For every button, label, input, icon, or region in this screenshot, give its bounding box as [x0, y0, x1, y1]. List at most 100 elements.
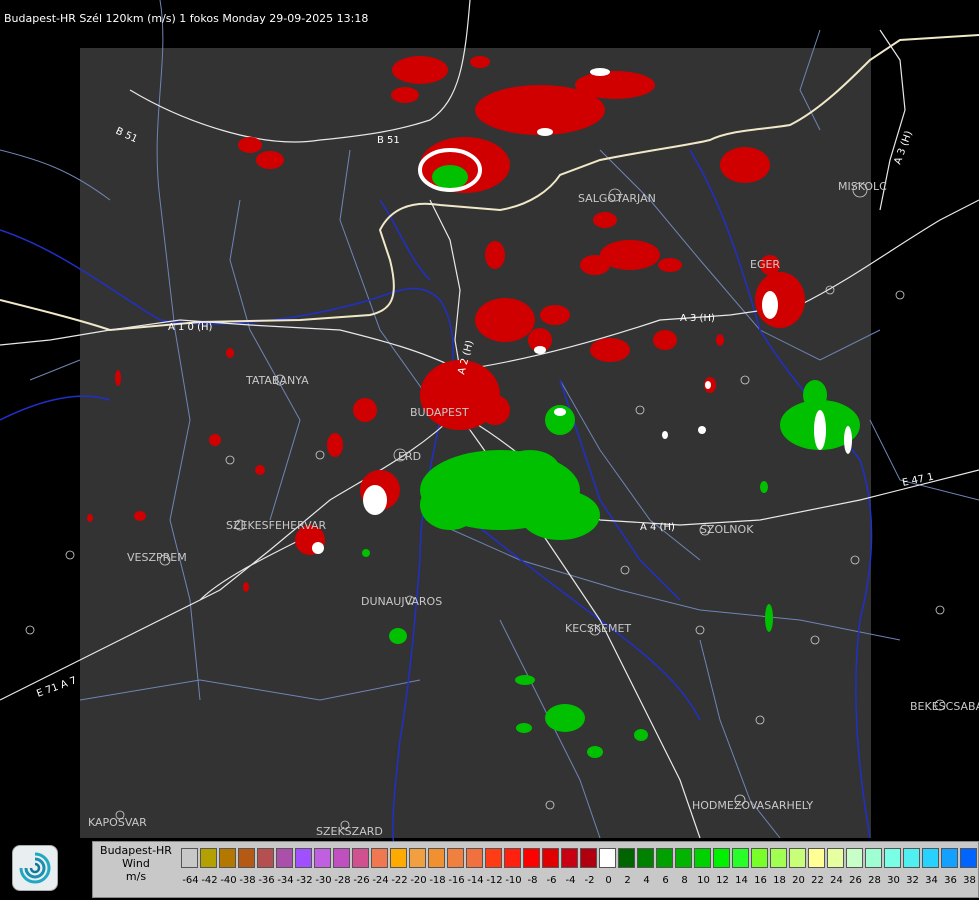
legend-swatch	[352, 848, 369, 868]
legend-tick-label: 32	[906, 875, 919, 886]
legend-swatch	[485, 848, 502, 868]
legend-tick-label: -12	[486, 875, 503, 886]
city-label: EGER	[750, 258, 780, 271]
legend-tick-label: -32	[296, 875, 313, 886]
legend-swatch	[675, 848, 692, 868]
legend-tick-label: -18	[429, 875, 446, 886]
legend-tick-label: 12	[716, 875, 729, 886]
legend-swatch	[827, 848, 844, 868]
legend-tick-label: -14	[467, 875, 484, 886]
legend-swatch	[238, 848, 255, 868]
legend-swatch	[447, 848, 464, 868]
legend-swatch	[295, 848, 312, 868]
city-label: ERD	[398, 450, 421, 463]
city-label: SZEKSZARD	[316, 825, 383, 838]
legend-tick-label: -42	[201, 875, 218, 886]
road-label: B 51	[377, 135, 400, 146]
legend-tick-label: -6	[546, 875, 557, 886]
legend-swatch	[257, 848, 274, 868]
legend-swatch	[618, 848, 635, 868]
legend-tick-label: 34	[925, 875, 938, 886]
legend-tick-label: -28	[334, 875, 351, 886]
legend-tick-label: 8	[681, 875, 688, 886]
weather-service-logo	[12, 845, 58, 891]
legend-labels: Budapest-HR Wind m/s	[93, 844, 179, 883]
legend-tick-label: -40	[220, 875, 237, 886]
legend-swatch	[599, 848, 616, 868]
legend-swatch	[694, 848, 711, 868]
legend-tick-label: 4	[643, 875, 650, 886]
legend-unit: m/s	[125, 870, 147, 883]
legend-tick-label: 18	[773, 875, 786, 886]
map-title: Budapest-HR Szél 120km (m/s) 1 fokos Mon…	[4, 12, 369, 25]
legend-quantity: Wind	[122, 857, 150, 870]
legend-tick-label: -24	[372, 875, 389, 886]
city-label: BUDAPEST	[410, 406, 469, 419]
legend-ticks: -64 -42 -40 -38 -36 -34 -32 -30 -28 -26 -24 -22 -20-…	[181, 875, 979, 889]
road-label: A 1 0 (H)	[168, 322, 213, 333]
legend-swatch	[276, 848, 293, 868]
legend-tick-label: 22	[811, 875, 824, 886]
legend-tick-label: -36	[258, 875, 275, 886]
city-label: DUNAUJVAROS	[361, 595, 442, 608]
legend-swatch	[732, 848, 749, 868]
city-label: SZOLNOK	[700, 523, 754, 536]
legend-swatch	[561, 848, 578, 868]
legend-swatch	[219, 848, 236, 868]
legend-tick-label: 10	[697, 875, 710, 886]
legend-tick-label: 30	[887, 875, 900, 886]
legend-swatch	[504, 848, 521, 868]
city-label: SALGOTARJAN	[578, 192, 656, 205]
city-label: KECSKEMET	[565, 622, 631, 635]
legend-swatch	[314, 848, 331, 868]
city-label: VESZPREM	[127, 551, 187, 564]
legend-tick-label: -20	[410, 875, 427, 886]
legend-tick-label: -30	[315, 875, 332, 886]
legend-tick-label: -34	[277, 875, 294, 886]
legend-swatch	[922, 848, 939, 868]
legend-swatch	[542, 848, 559, 868]
legend-tick-label: 0	[605, 875, 612, 886]
legend-swatch	[846, 848, 863, 868]
legend-tick-label: 36	[944, 875, 957, 886]
legend-swatch	[371, 848, 388, 868]
legend-tick-label: -2	[584, 875, 595, 886]
legend-tick-label: 26	[849, 875, 862, 886]
road-label: A 4 (H)	[640, 522, 675, 533]
legend-swatch	[200, 848, 217, 868]
legend-swatch	[333, 848, 350, 868]
road-label: A 3 (H)	[892, 129, 914, 166]
legend-tick-label: -16	[448, 875, 465, 886]
city-label: TATABANYA	[245, 374, 309, 387]
city-label: SZEKESFEHERVAR	[226, 519, 327, 532]
legend-tick-label: 20	[792, 875, 805, 886]
legend-tick-label: -64	[182, 875, 199, 886]
swirl-logo-icon	[19, 852, 51, 884]
legend-swatch	[808, 848, 825, 868]
legend-swatch	[770, 848, 787, 868]
color-legend: Budapest-HR Wind m/s -64 -42 -40 -38 -36 -34-…	[92, 841, 979, 898]
legend-swatch	[884, 848, 901, 868]
legend-tick-label: 14	[735, 875, 748, 886]
legend-swatch	[865, 848, 882, 868]
legend-tick-label: 16	[754, 875, 767, 886]
legend-swatch	[428, 848, 445, 868]
legend-swatch	[181, 848, 198, 868]
legend-swatch	[523, 848, 540, 868]
radar-map: B 51 B 51 A 3 (H) A 3 (H) A 1 0 (H) A 2 …	[0, 0, 979, 861]
legend-tick-label: 2	[624, 875, 631, 886]
legend-tick-label: -22	[391, 875, 408, 886]
legend-tick-label: 6	[662, 875, 669, 886]
legend-tick-label: -38	[239, 875, 256, 886]
legend-swatch	[789, 848, 806, 868]
road-label: E 47 1	[901, 472, 934, 489]
legend-tick-label: 38	[963, 875, 976, 886]
legend-swatch	[713, 848, 730, 868]
legend-swatches	[181, 848, 979, 870]
legend-tick-label: 28	[868, 875, 881, 886]
legend-swatch	[960, 848, 977, 868]
legend-swatch	[409, 848, 426, 868]
legend-swatch	[390, 848, 407, 868]
road-label: A 3 (H)	[680, 313, 715, 324]
legend-tick-label: -26	[353, 875, 370, 886]
